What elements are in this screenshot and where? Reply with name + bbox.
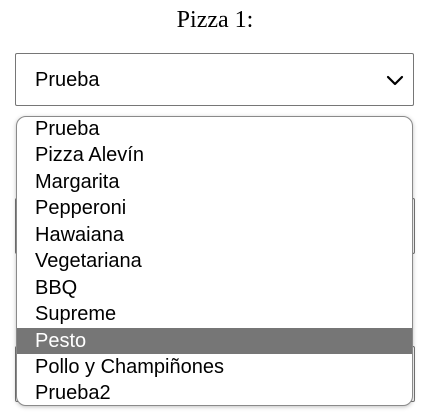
option-bbq[interactable]: BBQ <box>17 275 412 301</box>
pizza-heading: Pizza 1: <box>176 7 254 33</box>
chevron-down-icon <box>386 75 404 86</box>
option-hawaiana[interactable]: Hawaiana <box>17 222 412 248</box>
option-pizza-alevin[interactable]: Pizza Alevín <box>17 142 412 168</box>
option-prueba[interactable]: Prueba <box>17 117 412 142</box>
pizza-select-value: Prueba <box>35 69 100 91</box>
option-pepperoni[interactable]: Pepperoni <box>17 195 412 221</box>
pizza-select[interactable]: Prueba <box>15 53 414 106</box>
option-pesto[interactable]: Pesto <box>17 328 412 354</box>
option-prueba2[interactable]: Prueba2 <box>17 380 412 405</box>
pizza-options-list[interactable]: Prueba Pizza Alevín Margarita Pepperoni … <box>16 116 413 406</box>
option-margarita[interactable]: Margarita <box>17 169 412 195</box>
option-supreme[interactable]: Supreme <box>17 301 412 327</box>
option-vegetariana[interactable]: Vegetariana <box>17 248 412 274</box>
option-pollo-y-champinones[interactable]: Pollo y Champiñones <box>17 354 412 380</box>
